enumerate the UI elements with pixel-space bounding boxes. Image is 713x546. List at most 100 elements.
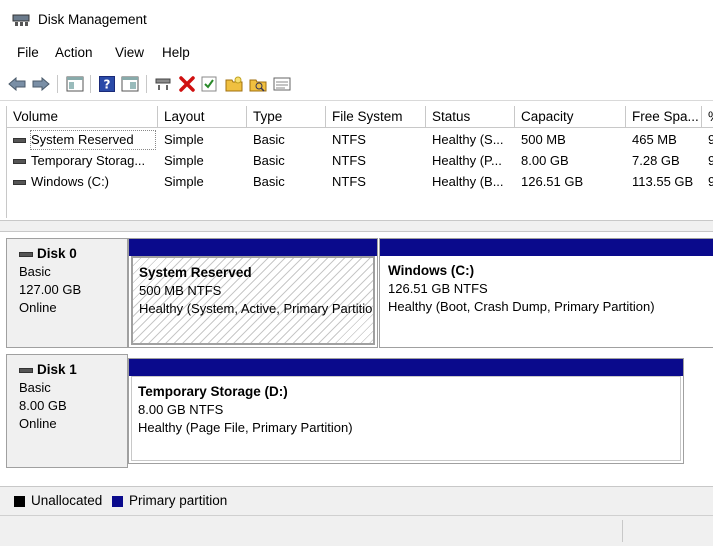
layout-cell: Simple <box>164 153 204 168</box>
partition-status: Healthy (Boot, Crash Dump, Primary Parti… <box>388 299 655 314</box>
file-system-cell: NTFS <box>332 132 366 147</box>
percent-free-cell: 9 <box>708 174 713 189</box>
partition-body: Temporary Storage (D:) 8.00 GB NTFS Heal… <box>131 376 681 461</box>
file-system-cell: NTFS <box>332 174 366 189</box>
volume-name: Temporary Storag... <box>31 153 146 168</box>
free-space-cell: 7.28 GB <box>632 153 680 168</box>
primary-partition-bar <box>129 359 683 376</box>
disk-management-app-icon <box>12 14 30 26</box>
check-icon[interactable] <box>200 75 218 93</box>
properties-icon[interactable] <box>121 75 139 93</box>
menu-view[interactable]: View <box>115 45 144 60</box>
type-cell: Basic <box>253 153 285 168</box>
toolbar-separator <box>146 75 147 93</box>
menu-bar: File Action View Help <box>0 42 713 64</box>
volume-icon <box>13 159 26 164</box>
partition-title: System Reserved <box>139 265 252 280</box>
console-tree-icon[interactable] <box>66 75 84 93</box>
forward-arrow-icon[interactable] <box>32 75 50 93</box>
menu-help[interactable]: Help <box>162 45 190 60</box>
volume-name: Windows (C:) <box>31 174 110 189</box>
status-divider <box>622 520 623 542</box>
disk-type: Basic <box>19 380 51 395</box>
disk-name: Disk 1 <box>37 362 77 377</box>
status-cell: Healthy (P... <box>432 153 502 168</box>
percent-free-cell: 9 <box>708 132 713 147</box>
primary-partition-bar <box>129 239 377 256</box>
disk-graphical-view: Disk 0 Basic 127.00 GB Online System Res… <box>6 232 713 476</box>
toolbar-separator <box>57 75 58 93</box>
partition-body-selected: System Reserved 500 MB NTFS Healthy (Sys… <box>131 256 375 345</box>
window-title: Disk Management <box>38 12 147 27</box>
search-folder-icon[interactable] <box>249 75 267 93</box>
layout-cell: Simple <box>164 174 204 189</box>
delete-icon[interactable] <box>178 75 196 93</box>
title-bar: Disk Management <box>0 0 713 38</box>
free-space-cell: 465 MB <box>632 132 677 147</box>
volume-name: System Reserved <box>30 130 156 150</box>
column-header-capacity[interactable]: Capacity <box>515 106 626 128</box>
toolbar-separator <box>90 75 91 93</box>
connect-icon[interactable] <box>154 75 172 93</box>
toolbar: ? <box>0 68 713 101</box>
menu-file[interactable]: File <box>17 45 39 60</box>
partition-system-reserved[interactable]: System Reserved 500 MB NTFS Healthy (Sys… <box>128 238 378 348</box>
partition-status: Healthy (Page File, Primary Partition) <box>138 420 353 435</box>
column-header-free-space[interactable]: Free Spa... <box>626 106 702 128</box>
capacity-cell: 500 MB <box>521 132 566 147</box>
primary-partition-bar <box>380 239 713 256</box>
status-cell: Healthy (S... <box>432 132 504 147</box>
partition-temporary-storage-d[interactable]: Temporary Storage (D:) 8.00 GB NTFS Heal… <box>128 358 684 464</box>
partition-size: 126.51 GB NTFS <box>388 281 488 296</box>
menu-action[interactable]: Action <box>55 45 93 60</box>
percent-free-cell: 9 <box>708 153 713 168</box>
legend-primary-partition: Primary partition <box>129 493 228 508</box>
volume-icon <box>13 180 26 185</box>
partition-title: Windows (C:) <box>388 263 475 278</box>
partition-size: 500 MB NTFS <box>139 283 222 298</box>
disk-size: 8.00 GB <box>19 398 67 413</box>
partition-status: Healthy (System, Active, Primary Partiti… <box>139 301 375 316</box>
partition-body: Windows (C:) 126.51 GB NTFS Healthy (Boo… <box>382 256 711 345</box>
volume-list: Volume Layout Type File System Status Ca… <box>6 106 713 218</box>
partition-title: Temporary Storage (D:) <box>138 384 288 399</box>
list-view-icon[interactable] <box>273 75 291 93</box>
disk-icon <box>19 367 33 373</box>
disk-label-0[interactable]: Disk 0 Basic 127.00 GB Online <box>6 238 128 348</box>
column-header-type[interactable]: Type <box>247 106 326 128</box>
disk-row-1: Disk 1 Basic 8.00 GB Online Temporary St… <box>6 354 713 468</box>
disk-type: Basic <box>19 264 51 279</box>
disk-status: Online <box>19 300 57 315</box>
disk-icon <box>19 251 33 257</box>
column-header-volume[interactable]: Volume <box>7 106 158 128</box>
volume-icon <box>13 138 26 143</box>
disk-label-1[interactable]: Disk 1 Basic 8.00 GB Online <box>6 354 128 468</box>
unallocated-swatch <box>14 496 25 507</box>
column-header-status[interactable]: Status <box>426 106 515 128</box>
disk-status: Online <box>19 416 57 431</box>
disk-size: 127.00 GB <box>19 282 82 297</box>
svg-text:?: ? <box>104 78 111 92</box>
disk-name: Disk 0 <box>37 246 77 261</box>
free-space-cell: 113.55 GB <box>632 174 694 189</box>
layout-cell: Simple <box>164 132 204 147</box>
column-header-file-system[interactable]: File System <box>326 106 426 128</box>
column-header-percent-free[interactable]: % <box>702 106 713 128</box>
partition-size: 8.00 GB NTFS <box>138 402 224 417</box>
capacity-cell: 8.00 GB <box>521 153 569 168</box>
type-cell: Basic <box>253 132 285 147</box>
primary-partition-swatch <box>112 496 123 507</box>
partition-windows-c[interactable]: Windows (C:) 126.51 GB NTFS Healthy (Boo… <box>379 238 713 348</box>
legend-unallocated: Unallocated <box>31 493 103 508</box>
pane-splitter[interactable] <box>0 220 713 232</box>
new-folder-icon[interactable] <box>225 75 243 93</box>
help-icon[interactable]: ? <box>98 75 116 93</box>
type-cell: Basic <box>253 174 285 189</box>
capacity-cell: 126.51 GB <box>521 174 584 189</box>
column-header-layout[interactable]: Layout <box>158 106 247 128</box>
disk-row-0: Disk 0 Basic 127.00 GB Online System Res… <box>6 238 713 348</box>
back-arrow-icon[interactable] <box>8 75 26 93</box>
file-system-cell: NTFS <box>332 153 366 168</box>
status-cell: Healthy (B... <box>432 174 504 189</box>
legend-bar: Unallocated Primary partition <box>0 486 713 515</box>
